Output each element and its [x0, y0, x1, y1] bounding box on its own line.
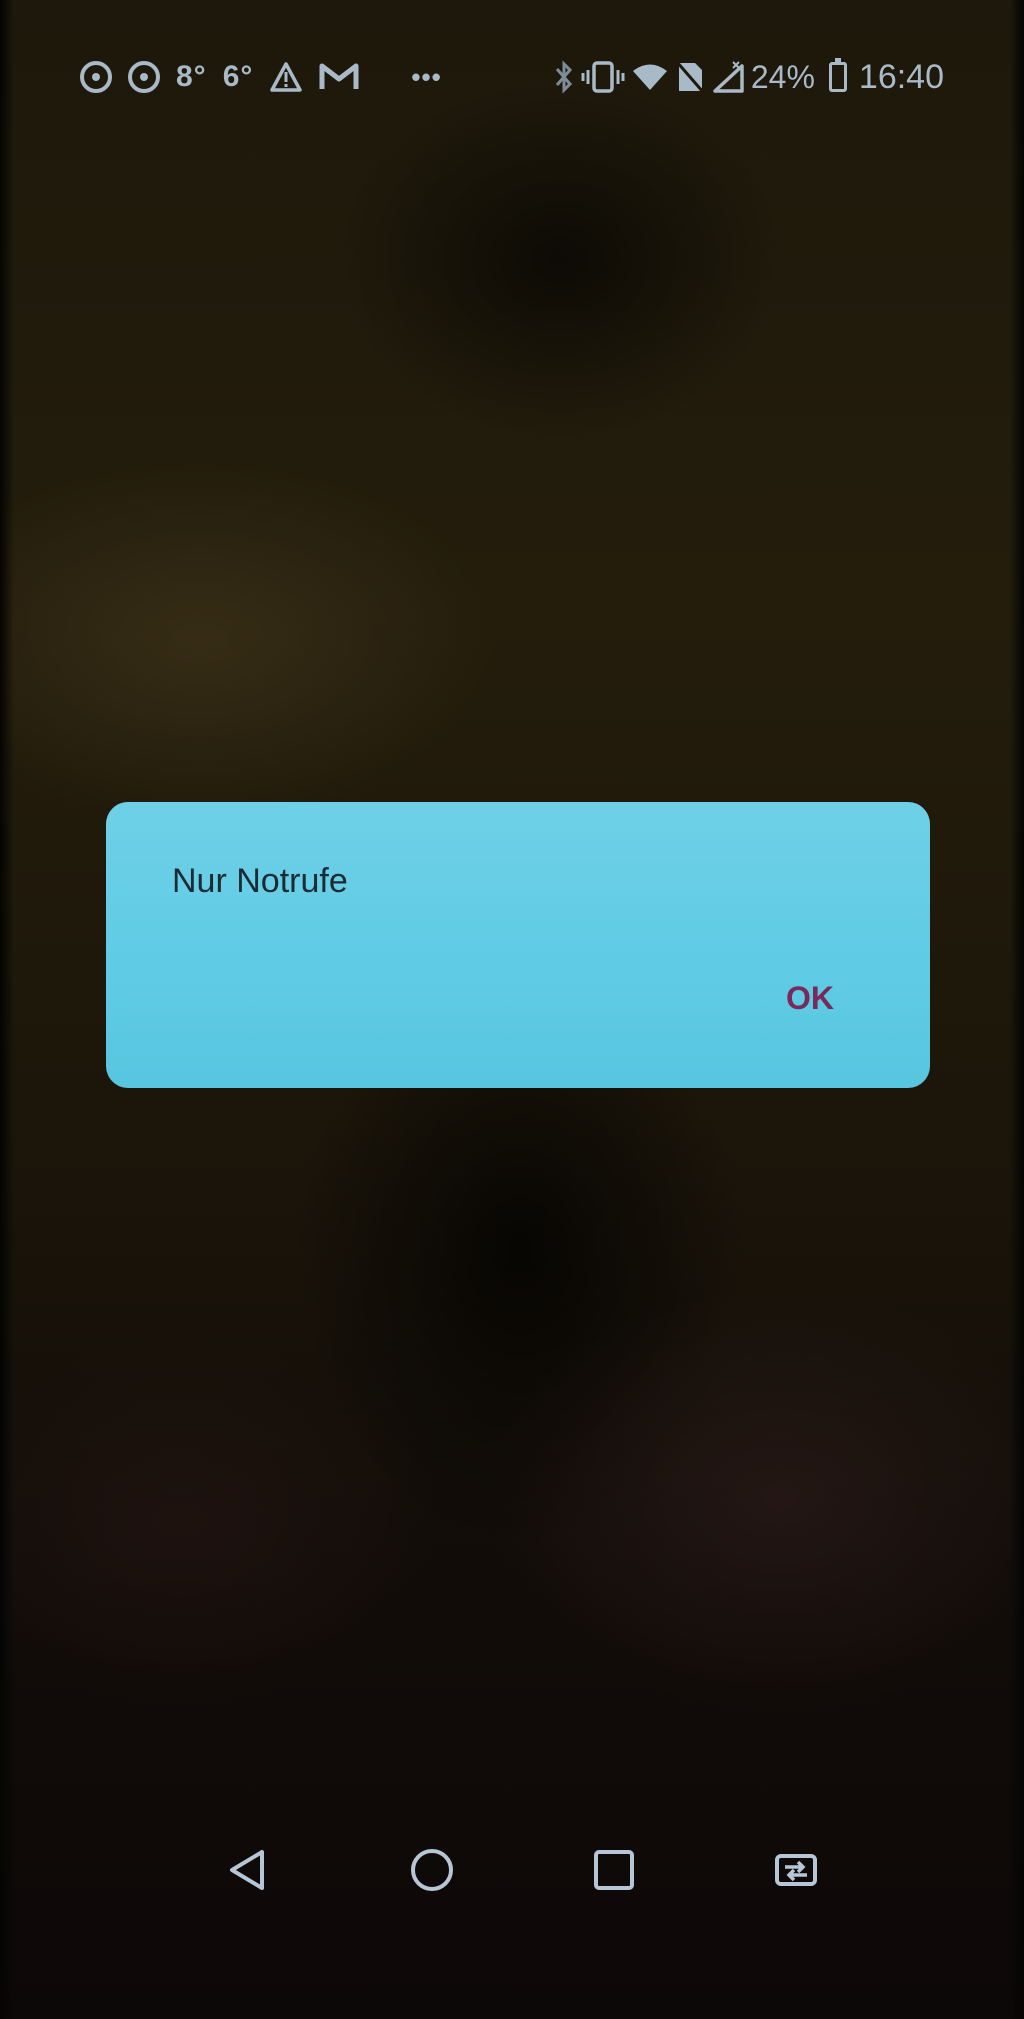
sync-icon: [80, 61, 112, 93]
battery-icon: [828, 58, 847, 92]
sync-icon: [128, 61, 160, 93]
no-sim-icon: [675, 60, 705, 94]
phone-screen: 8° 6° ••• 24% 16:40 Nur Notrufe OK: [0, 0, 1024, 2019]
battery-percent: 24%: [750, 58, 815, 95]
gmail-icon: [319, 62, 359, 92]
home-button[interactable]: [402, 1840, 462, 1900]
ok-button[interactable]: OK: [786, 980, 834, 1017]
status-bar: 8° 6° ••• 24% 16:40: [80, 52, 944, 102]
temperature-2: 6°: [222, 60, 254, 93]
status-right: 24% 16:40: [553, 58, 944, 97]
dialog-message: Nur Notrufe: [172, 862, 348, 900]
recents-button[interactable]: [584, 1840, 644, 1900]
switch-app-button[interactable]: [766, 1840, 826, 1900]
alert-dialog: Nur Notrufe OK: [106, 802, 930, 1088]
recents-icon: [594, 1850, 634, 1890]
temperature-1: 8°: [176, 60, 207, 93]
bezel-left: [0, 0, 14, 2019]
back-icon: [230, 1850, 264, 1890]
home-icon: [411, 1849, 453, 1891]
vibrate-icon: [581, 60, 625, 94]
signal-icon: [711, 60, 745, 94]
more-notifications: •••: [411, 61, 442, 92]
bluetooth-icon: [553, 60, 575, 94]
bezel-right: [1010, 0, 1024, 2019]
status-left: 8° 6° •••: [80, 60, 442, 94]
switch-app-icon: [775, 1854, 817, 1886]
warning-icon: [269, 61, 303, 93]
clock: 16:40: [858, 57, 944, 96]
wifi-icon: [631, 62, 669, 92]
navigation-bar: [0, 1840, 1024, 1900]
back-button[interactable]: [218, 1840, 278, 1900]
